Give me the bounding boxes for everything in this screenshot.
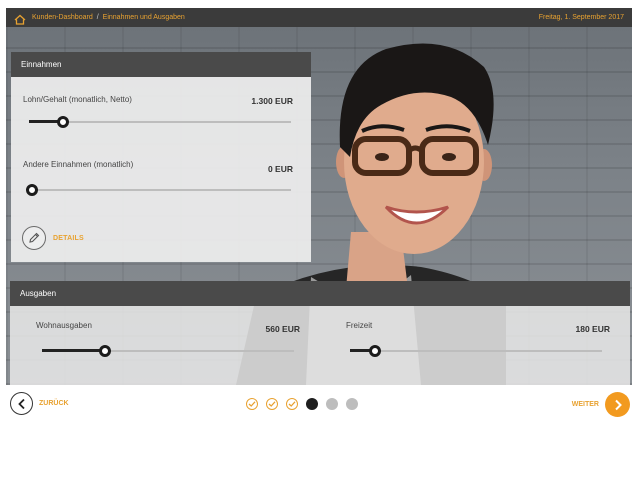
salary-label: Lohn/Gehalt (monatlich, Netto) [23,95,132,104]
wizard-navigation: ZURÜCK WEITER [6,389,632,419]
back-label[interactable]: ZURÜCK [39,400,69,407]
step-indicator-current [306,398,318,410]
check-icon [248,401,256,407]
step-indicator-upcoming [326,398,338,410]
breadcrumb-current[interactable]: Einnahmen und Ausgaben [103,14,185,21]
income-panel: Einnahmen Lohn/Gehalt (monatlich, Netto)… [11,52,311,262]
housing-label: Wohnausgaben [36,321,92,330]
expenses-panel-title: Ausgaben [10,281,630,306]
slider-handle[interactable] [26,184,38,196]
check-icon [268,401,276,407]
slider-track [350,350,602,352]
step-indicator-upcoming [346,398,358,410]
breadcrumb-separator: / [96,14,99,21]
home-icon[interactable] [14,12,26,25]
housing-value: 560 EUR [265,324,301,334]
details-label[interactable]: DETAILS [53,235,84,242]
chevron-left-icon[interactable] [10,392,33,415]
other-income-value: 0 EUR [267,164,293,174]
back-button[interactable]: ZURÜCK [10,392,69,415]
app-frame: Kunden-Dashboard / Einnahmen und Ausgabe… [6,8,632,482]
next-label[interactable]: WEITER [572,401,599,408]
expenses-panel: Ausgaben Wohnausgaben 560 EUR Freizeit 1… [10,281,630,385]
top-bar: Kunden-Dashboard / Einnahmen und Ausgabe… [6,8,632,27]
income-panel-title: Einnahmen [11,52,311,77]
slider-handle[interactable] [369,345,381,357]
housing-slider[interactable] [42,345,294,357]
salary-slider[interactable] [29,116,291,128]
leisure-label: Freizeit [346,321,373,330]
progress-steps [246,398,358,410]
step-indicator-done [266,398,278,410]
other-income-slider[interactable] [26,184,291,196]
salary-value: 1.300 EUR [251,96,293,106]
other-income-label: Andere Einnahmen (monatlich) [23,160,134,169]
slider-handle[interactable] [57,116,69,128]
slider-track [29,189,291,191]
step-indicator-done [246,398,258,410]
leisure-value: 180 EUR [575,324,611,334]
next-button[interactable]: WEITER [572,392,630,417]
details-button[interactable]: DETAILS [22,226,84,250]
leisure-slider[interactable] [350,345,602,357]
check-icon [288,401,296,407]
breadcrumb-dashboard[interactable]: Kunden-Dashboard [32,14,93,21]
pencil-icon[interactable] [22,226,46,250]
header-date: Freitag, 1. September 2017 [538,14,624,21]
step-indicator-done [286,398,298,410]
chevron-right-icon[interactable] [605,392,630,417]
slider-handle[interactable] [99,345,111,357]
slider-fill [42,349,105,352]
